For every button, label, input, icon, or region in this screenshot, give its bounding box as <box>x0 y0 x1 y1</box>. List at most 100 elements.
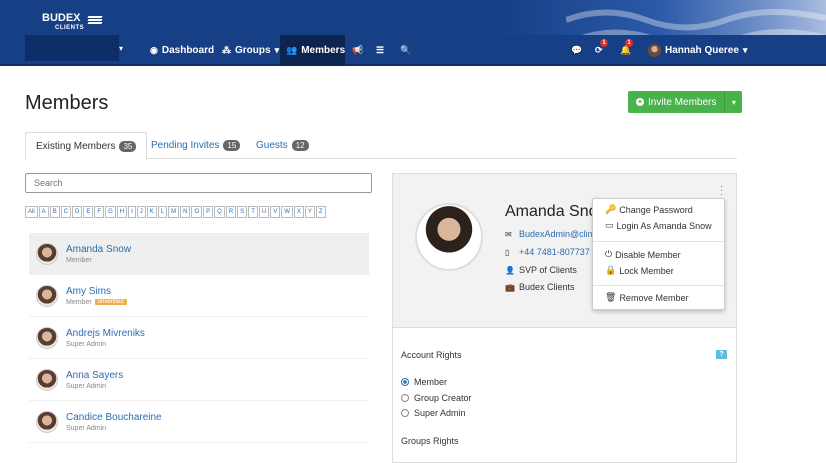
nav-dashboard[interactable]: ◉ Dashboard <box>144 35 220 66</box>
nav-members[interactable]: 👥 Members <box>280 35 345 66</box>
member-name-link[interactable]: Candice Bouchareine <box>66 412 162 423</box>
member-role: Member <box>66 257 131 264</box>
member-name-link[interactable]: Anna Sayers <box>66 370 123 381</box>
member-role-text: Member <box>66 298 92 306</box>
alphabet-letter[interactable]: I <box>128 206 136 218</box>
nav-members-label: Members <box>301 45 346 56</box>
invite-dropdown-toggle[interactable]: ▾ <box>725 91 743 113</box>
alphabet-letter[interactable]: B <box>49 206 60 218</box>
menu-login-as[interactable]: ▭ Login As Amanda Snow <box>605 220 712 231</box>
user-icon: 👤 <box>505 265 515 275</box>
invite-members-main[interactable]: + Invite Members <box>628 91 726 113</box>
alphabet-letter[interactable]: T <box>248 206 258 218</box>
member-phone-link[interactable]: +44 7481-807737 <box>519 247 590 257</box>
member-role: Super Admin <box>66 425 162 432</box>
power-icon: ⏻ <box>605 249 613 259</box>
list-item[interactable]: Amy Sims Member unverified <box>29 275 369 317</box>
member-name-link[interactable]: Amanda Snow <box>66 244 131 255</box>
avatar <box>36 326 58 349</box>
brand-logo[interactable]: BUDEX CLIENTS <box>42 12 103 33</box>
nav-search[interactable]: 🔍 <box>394 35 417 66</box>
nav-tasks[interactable]: ☰ <box>370 35 390 66</box>
member-job-title: SVP of Clients <box>519 265 577 275</box>
account-rights-title: Account Rights <box>401 350 462 360</box>
radio-button[interactable] <box>401 409 409 417</box>
user-name: Hannah Queree <box>665 45 739 56</box>
radio-button[interactable] <box>401 394 409 402</box>
alphabet-letter[interactable]: R <box>225 206 237 218</box>
alphabet-letter[interactable]: D <box>72 206 83 218</box>
page-title: Members <box>25 92 109 114</box>
member-email-row: ✉ BudexAdmin@clin <box>505 229 593 239</box>
nav-messages[interactable]: 💬 <box>565 35 588 66</box>
member-text: Candice Bouchareine Super Admin <box>66 412 162 432</box>
tab-guests[interactable]: Guests 12 <box>246 132 319 159</box>
alphabet-letter[interactable]: Q <box>214 206 225 218</box>
alphabet-letter[interactable]: O <box>191 206 203 218</box>
menu-label: Lock Member <box>619 265 674 276</box>
avatar <box>648 44 661 57</box>
tab-label: Pending Invites <box>151 140 220 151</box>
radio-label: Member <box>414 377 448 387</box>
list-item[interactable]: Anna Sayers Super Admin <box>29 359 369 401</box>
alphabet-letter[interactable]: K <box>146 206 157 218</box>
alphabet-letter[interactable]: N <box>180 206 191 218</box>
alphabet-letter[interactable]: H <box>116 206 128 218</box>
radio-group-creator[interactable]: Group Creator <box>401 393 472 403</box>
tab-pending-invites[interactable]: Pending Invites 15 <box>141 132 250 159</box>
nav-activity[interactable]: ⟳ 1 <box>589 35 609 66</box>
alphabet-letter[interactable]: Y <box>304 206 315 218</box>
chevron-down-icon[interactable]: ▾ <box>119 44 123 53</box>
alphabet-letter[interactable]: C <box>60 206 72 218</box>
alphabet-letter[interactable]: All <box>25 206 38 218</box>
nav-notifications[interactable]: 🔔 1 <box>614 35 637 66</box>
chevron-down-icon: ▾ <box>274 45 280 55</box>
search-input[interactable] <box>25 173 372 193</box>
member-name-link[interactable]: Amy Sims <box>66 286 127 297</box>
alphabet-letter[interactable]: V <box>270 206 281 218</box>
radio-member[interactable]: Member <box>401 377 447 387</box>
chevron-down-icon: ▾ <box>742 45 748 55</box>
list-item[interactable]: Candice Bouchareine Super Admin <box>29 401 369 443</box>
alphabet-letter[interactable]: X <box>293 206 304 218</box>
invite-members-button[interactable]: + Invite Members ▾ <box>628 91 743 113</box>
list-item[interactable]: Andrejs Mivreniks Super Admin <box>29 317 369 359</box>
brand-name: BUDEX <box>42 12 81 24</box>
menu-change-password[interactable]: 🔑 Change Password <box>605 204 693 215</box>
more-options-icon[interactable]: · · · <box>720 182 723 200</box>
menu-divider <box>593 241 724 242</box>
alphabet-letter[interactable]: F <box>94 206 105 218</box>
radio-super-admin[interactable]: Super Admin <box>401 408 466 418</box>
menu-disable-member[interactable]: ⏻ Disable Member <box>605 249 681 260</box>
user-menu[interactable]: Hannah Queree ▾ <box>642 35 753 66</box>
member-role: Super Admin <box>66 383 123 390</box>
radio-button[interactable] <box>401 378 409 386</box>
alphabet-letter[interactable]: G <box>105 206 116 218</box>
phone-icon: ▯ <box>505 247 510 257</box>
nav-groups[interactable]: ⁂ Groups ▾ <box>216 35 285 66</box>
tab-count: 12 <box>291 140 309 151</box>
alphabet-letter[interactable]: U <box>258 206 270 218</box>
member-phone-row: ▯ +44 7481-807737 <box>505 247 590 257</box>
member-company: Budex Clients <box>519 282 575 292</box>
menu-remove-member[interactable]: 🗑 Remove Member <box>605 292 688 303</box>
member-name-link[interactable]: Andrejs Mivreniks <box>66 328 145 339</box>
alphabet-letter[interactable]: Z <box>315 206 326 218</box>
nav-announcements[interactable]: 📢 <box>346 35 369 66</box>
alphabet-letter[interactable]: A <box>38 206 49 218</box>
member-text: Andrejs Mivreniks Super Admin <box>66 328 145 348</box>
menu-lock-member[interactable]: 🔒 Lock Member <box>605 265 674 276</box>
tab-label: Existing Members <box>36 140 116 152</box>
help-icon[interactable]: ? <box>716 350 727 359</box>
alphabet-letter[interactable]: J <box>136 206 146 218</box>
alphabet-letter[interactable]: W <box>281 206 293 218</box>
alphabet-letter[interactable]: L <box>157 206 168 218</box>
tab-existing-members[interactable]: Existing Members 35 <box>25 132 148 160</box>
list-item[interactable]: Amanda Snow Member <box>29 233 369 275</box>
client-switcher[interactable] <box>25 35 119 61</box>
alphabet-letter[interactable]: S <box>237 206 248 218</box>
alphabet-letter[interactable]: P <box>203 206 214 218</box>
alphabet-letter[interactable]: E <box>83 206 94 218</box>
alphabet-letter[interactable]: M <box>168 206 180 218</box>
member-email-link[interactable]: BudexAdmin@clin <box>519 229 593 239</box>
